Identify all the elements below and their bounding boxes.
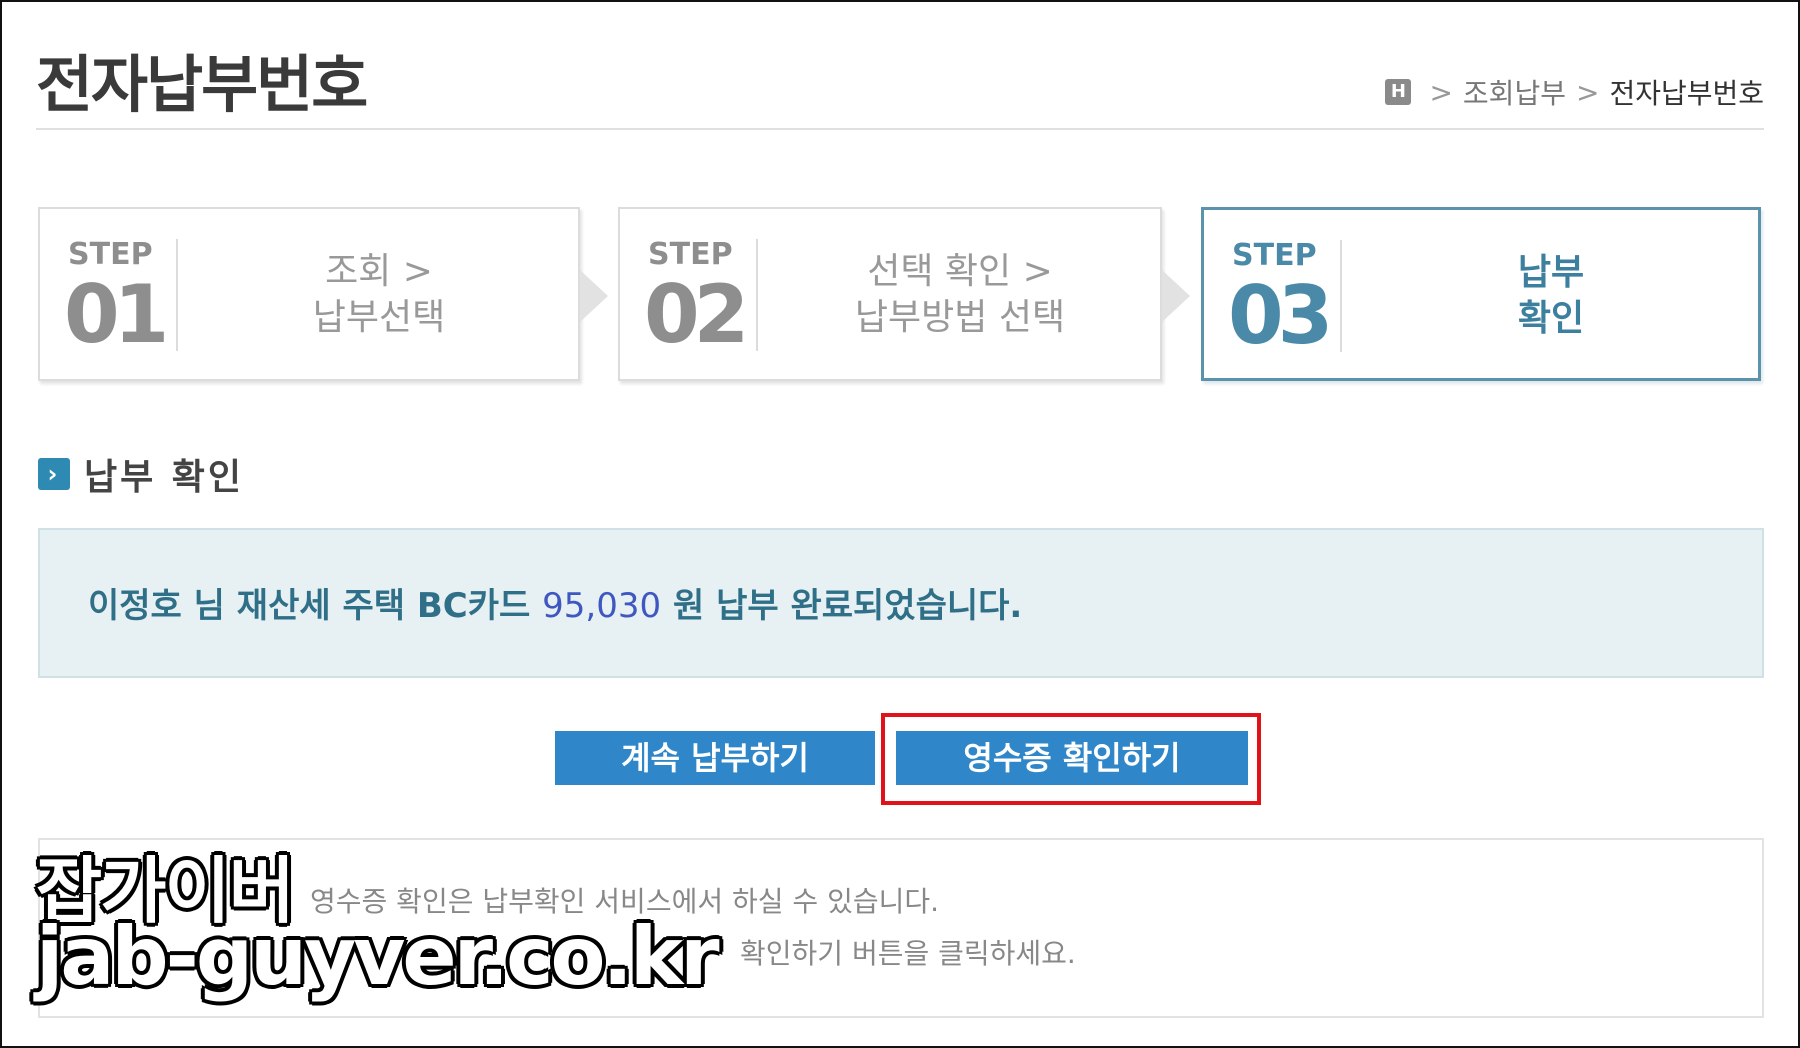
- step-1: STEP 01 조회 > 납부선택: [38, 207, 580, 381]
- page-title: 전자납부번호: [36, 48, 368, 121]
- step-divider: [1340, 240, 1342, 352]
- step-1-number: 01: [64, 268, 169, 361]
- breadcrumb: H > 조회납부 > 전자납부번호: [1385, 72, 1764, 112]
- step-1-label: 조회 > 납부선택: [190, 249, 568, 341]
- step-3-label-line2: 확인: [1517, 298, 1585, 339]
- step-2-label-line2: 납부방법 선택: [854, 297, 1066, 338]
- result-prefix: 이정호 님 재산세 주택 BC카드: [88, 586, 531, 626]
- step-divider: [756, 239, 758, 351]
- step-2-label-line1: 선택 확인 >: [867, 251, 1053, 292]
- step-2-number: 02: [644, 268, 749, 361]
- step-1-word: STEP: [68, 237, 153, 272]
- breadcrumb-item-lookup-payment[interactable]: 조회납부: [1463, 72, 1566, 112]
- chevron-right-icon: ›: [38, 458, 70, 490]
- result-amount: 95,030: [542, 586, 662, 626]
- payment-result-box: 이정호 님 재산세 주택 BC카드 95,030 원 납부 완료되었습니다.: [38, 528, 1764, 678]
- step-2-label: 선택 확인 > 납부방법 선택: [770, 249, 1150, 341]
- notice-line-2: 확인하기 버튼을 클릭하세요.: [740, 937, 1076, 970]
- step-arrow-icon: [580, 270, 608, 322]
- result-suffix: 원 납부 완료되었습니다.: [672, 586, 1023, 626]
- step-1-label-line2: 납부선택: [312, 297, 446, 338]
- section-title: › 납부 확인: [38, 448, 244, 500]
- step-3-number: 03: [1228, 269, 1333, 362]
- step-3: STEP 03 납부 확인: [1201, 207, 1761, 381]
- home-icon[interactable]: H: [1385, 79, 1412, 105]
- step-3-word: STEP: [1232, 238, 1317, 273]
- breadcrumb-item-current: 전자납부번호: [1609, 77, 1764, 110]
- step-1-label-line1: 조회 >: [325, 251, 433, 292]
- breadcrumb-separator: >: [1575, 75, 1600, 109]
- step-arrow-icon: [1162, 270, 1190, 322]
- title-divider: [36, 128, 1764, 130]
- breadcrumb-separator: >: [1429, 75, 1453, 109]
- section-title-label: 납부 확인: [84, 457, 245, 498]
- step-3-label: 납부 확인: [1354, 250, 1748, 342]
- step-3-label-line1: 납부: [1517, 252, 1585, 293]
- receipt-button-highlight: [881, 713, 1261, 805]
- step-2: STEP 02 선택 확인 > 납부방법 선택: [618, 207, 1162, 381]
- step-2-word: STEP: [648, 237, 733, 272]
- step-divider: [176, 239, 178, 351]
- payment-result-message: 이정호 님 재산세 주택 BC카드 95,030 원 납부 완료되었습니다.: [88, 578, 1022, 627]
- watermark-url: jab-guyver.co.kr: [36, 910, 720, 1003]
- continue-payment-button[interactable]: 계속 납부하기: [555, 731, 875, 785]
